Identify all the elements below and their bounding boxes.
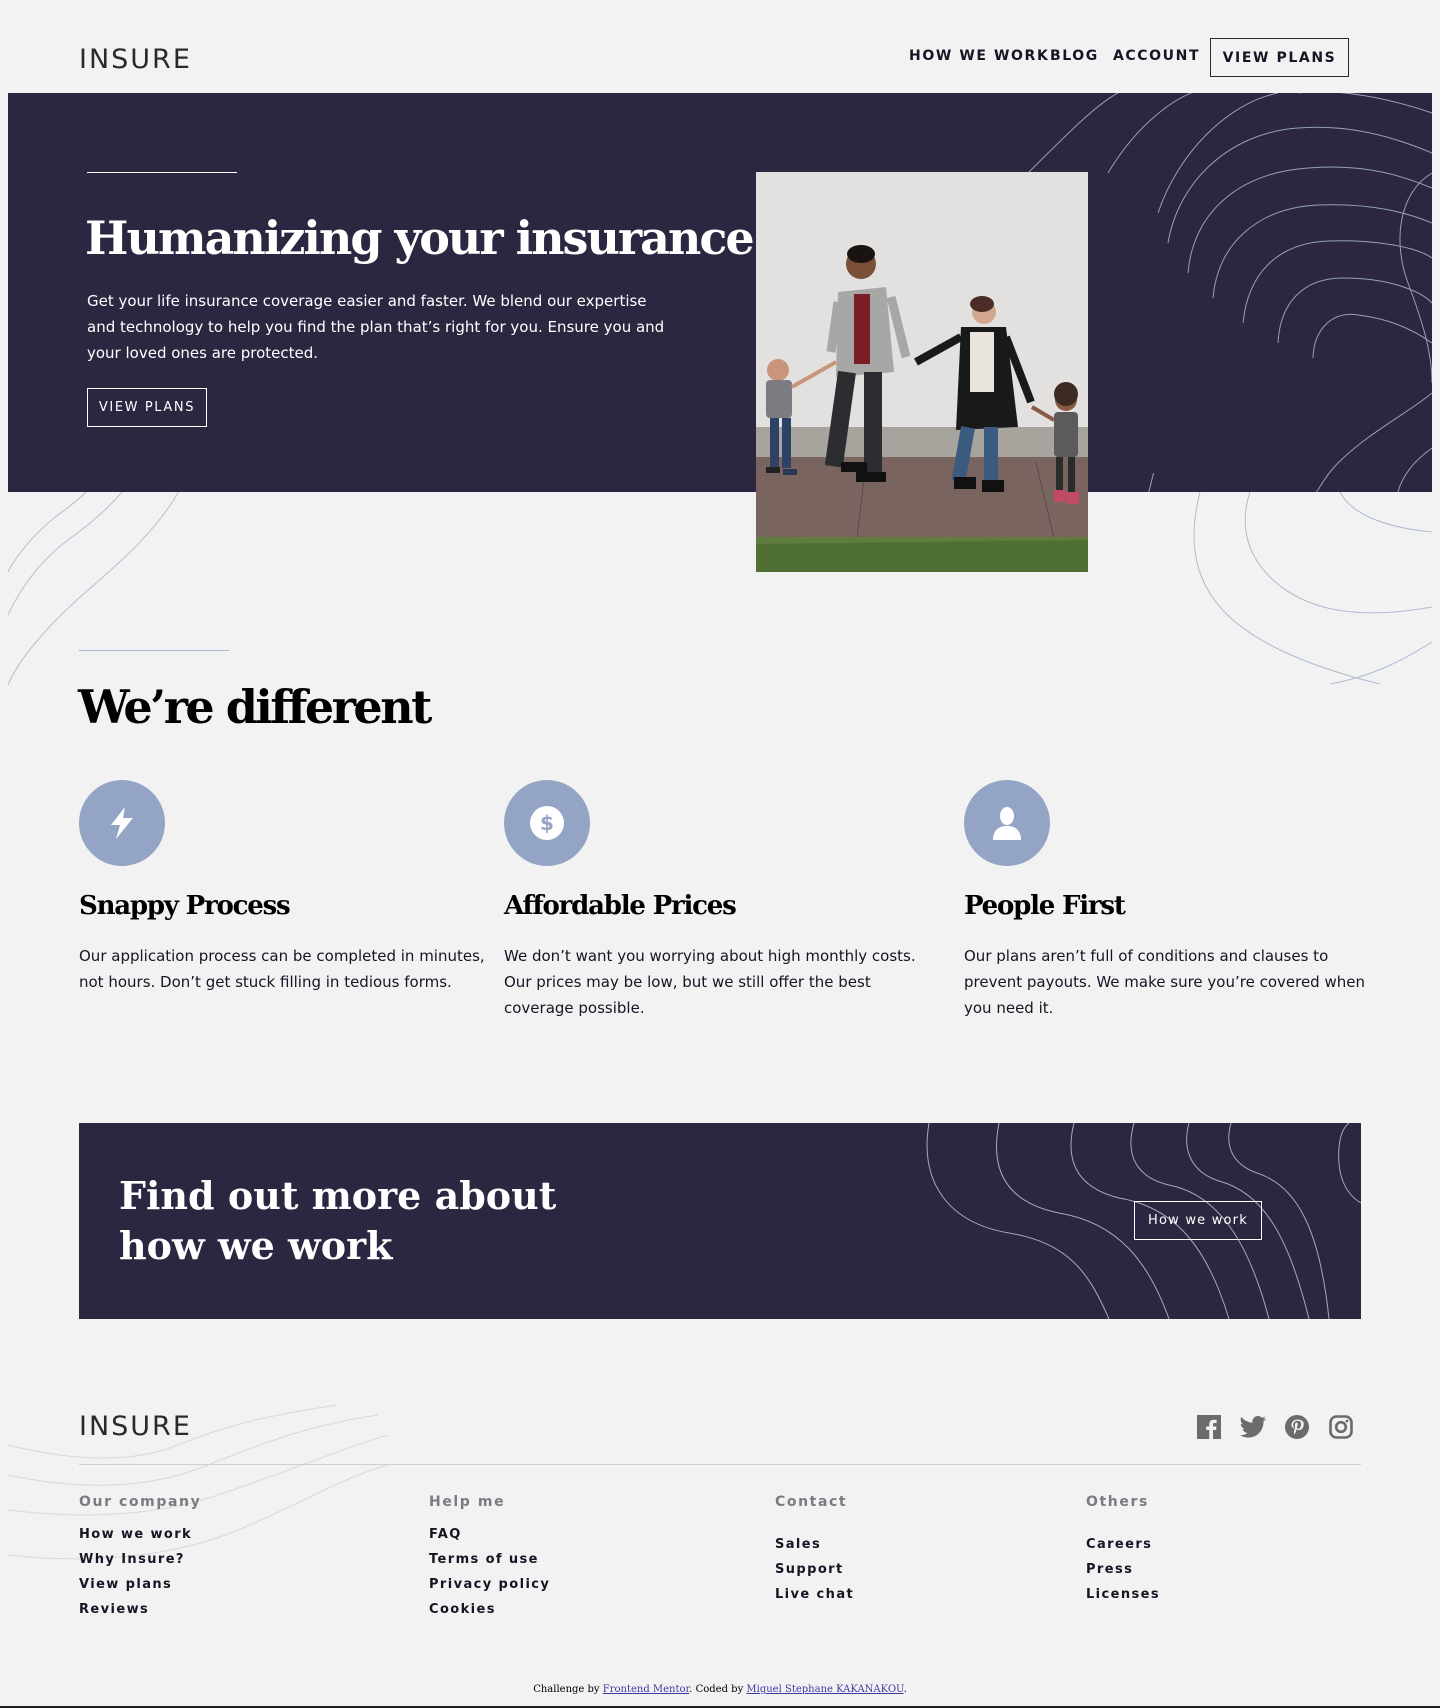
cta-title: Find out more about how we work: [119, 1173, 557, 1268]
view-plans-button[interactable]: VIEW PLANS: [1210, 38, 1349, 77]
different-divider: [79, 650, 229, 651]
footer-link[interactable]: Support: [775, 1557, 854, 1582]
footer-column-heading: Contact: [775, 1494, 848, 1510]
different-title: We’re different: [78, 680, 432, 734]
feature-text: Our plans aren’t full of conditions and …: [964, 947, 1365, 1017]
footer-logo[interactable]: INSURE: [79, 1411, 192, 1442]
footer-link[interactable]: Why Insure?: [79, 1547, 201, 1572]
footer-column-contact: Contact Sales Support Live chat: [775, 1494, 854, 1607]
hero-divider: [87, 172, 237, 173]
hero-title: Humanizing your insurance.: [85, 211, 769, 265]
dollar-icon: $: [504, 780, 590, 866]
footer-divider: [79, 1464, 1361, 1465]
attribution-prefix: Challenge by: [533, 1684, 603, 1695]
footer-link[interactable]: Press: [1086, 1557, 1160, 1582]
nav-blog[interactable]: BLOG: [1050, 48, 1099, 64]
feature-text: We don’t want you worrying about high mo…: [504, 947, 916, 1017]
hero-description: Get your life insurance coverage easier …: [87, 292, 665, 362]
instagram-icon[interactable]: [1328, 1414, 1354, 1440]
footer-column-heading: Our company: [79, 1494, 202, 1510]
feature-title: Affordable Prices: [504, 891, 737, 921]
footer-link[interactable]: Sales: [775, 1532, 854, 1557]
attribution: Challenge by Frontend Mentor. Coded by M…: [0, 1684, 1440, 1695]
footer-link[interactable]: Reviews: [79, 1597, 201, 1622]
nav-how-we-work[interactable]: HOW WE WORK: [909, 48, 1049, 64]
feature-affordable-prices: $ Affordable Prices We don’t want you wo…: [504, 780, 924, 1021]
footer-column-heading: Help me: [429, 1494, 506, 1510]
how-we-work-button[interactable]: How we work: [1134, 1201, 1262, 1240]
feature-title: Snappy Process: [79, 891, 291, 921]
person-icon: [964, 780, 1050, 866]
footer-link[interactable]: FAQ: [429, 1522, 550, 1547]
lightning-icon: [79, 780, 165, 866]
attribution-suffix: .: [903, 1684, 907, 1695]
feature-text: Our application process can be completed…: [79, 947, 485, 991]
hero-section: Humanizing your insurance. Get your life…: [8, 93, 1432, 492]
footer-link[interactable]: Licenses: [1086, 1582, 1160, 1607]
footer-link[interactable]: Terms of use: [429, 1547, 550, 1572]
footer-link[interactable]: View plans: [79, 1572, 201, 1597]
attribution-middle: . Coded by: [689, 1684, 747, 1695]
footer-column-help: Help me FAQ Terms of use Privacy policy …: [429, 1494, 550, 1622]
hero-view-plans-button[interactable]: VIEW PLANS: [87, 388, 207, 427]
facebook-icon[interactable]: [1196, 1414, 1222, 1440]
footer-column-company: Our company How we work Why Insure? View…: [79, 1494, 201, 1622]
hero-family-photo: [756, 172, 1088, 572]
footer-link[interactable]: How we work: [79, 1522, 201, 1547]
footer-column-others: Others Careers Press Licenses: [1086, 1494, 1160, 1607]
twitter-icon[interactable]: [1240, 1414, 1266, 1440]
footer-link[interactable]: Careers: [1086, 1532, 1160, 1557]
hero-pattern-bottom-right: [1193, 492, 1432, 684]
site-header: INSURE HOW WE WORK BLOG ACCOUNT VIEW PLA…: [0, 0, 1440, 93]
logo[interactable]: INSURE: [79, 44, 192, 75]
footer-link[interactable]: Live chat: [775, 1582, 854, 1607]
footer-link[interactable]: Cookies: [429, 1597, 550, 1622]
footer-column-heading: Others: [1086, 1494, 1149, 1510]
social-links: [1196, 1414, 1354, 1440]
how-we-work-cta: Find out more about how we work How we w…: [79, 1123, 1361, 1319]
author-link[interactable]: Miguel Stephane KAKANAKOU: [746, 1684, 903, 1695]
frontend-mentor-link[interactable]: Frontend Mentor: [603, 1684, 689, 1695]
pinterest-icon[interactable]: [1284, 1414, 1310, 1440]
feature-title: People First: [964, 891, 1126, 921]
svg-text:$: $: [540, 811, 554, 835]
footer-link[interactable]: Privacy policy: [429, 1572, 550, 1597]
feature-snappy-process: Snappy Process Our application process c…: [79, 780, 499, 995]
feature-people-first: People First Our plans aren’t full of co…: [964, 780, 1384, 1021]
nav-account[interactable]: ACCOUNT: [1113, 48, 1200, 64]
